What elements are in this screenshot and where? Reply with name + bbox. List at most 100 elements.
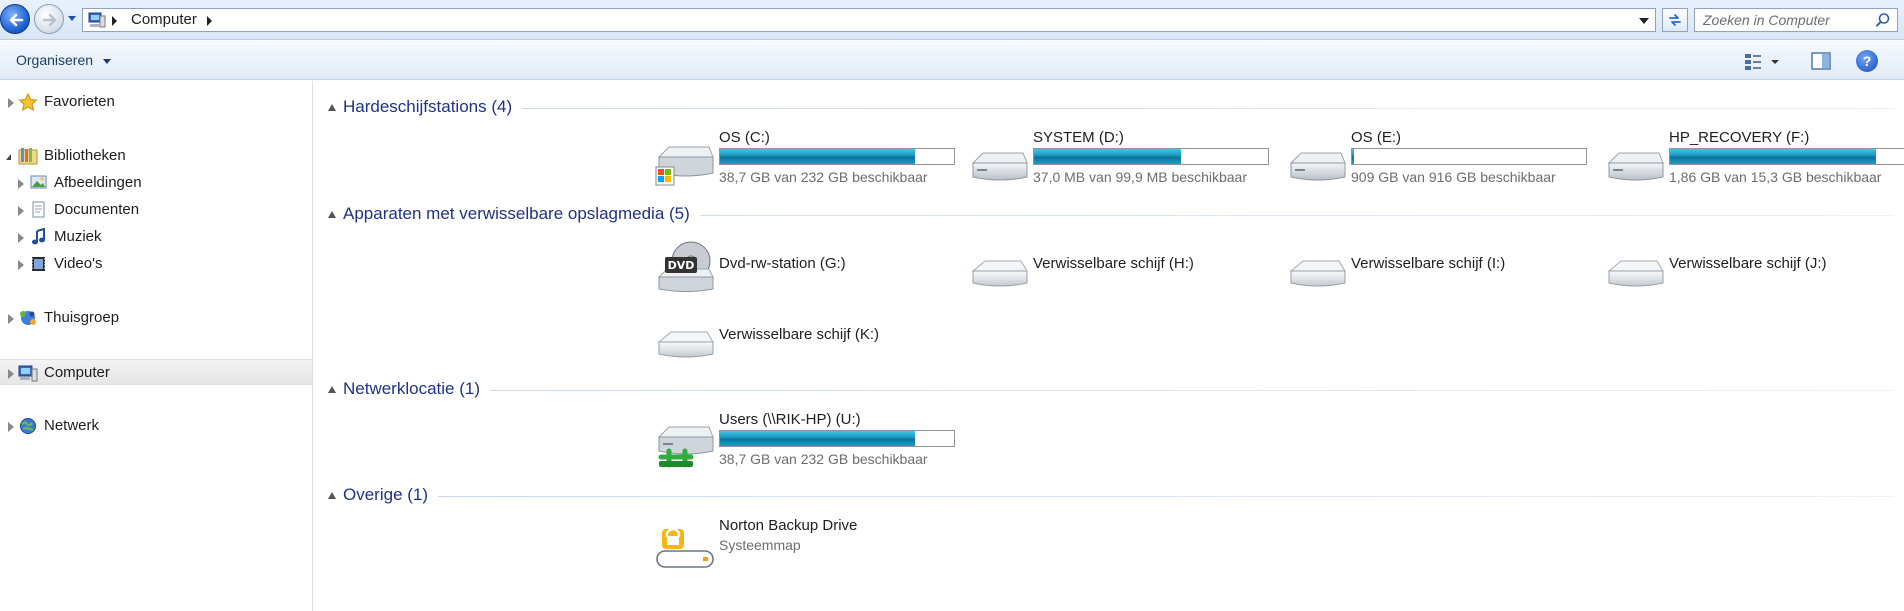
nav-label: Thuisgroep	[44, 309, 120, 326]
forward-arrow-icon	[42, 13, 57, 27]
drive-dvd-g[interactable]: DVD Dvd-rw-station (G:)	[655, 235, 973, 299]
group-header-other[interactable]: Overige (1)	[314, 483, 1894, 507]
drive-space-info: 37,0 MB van 99,9 MB beschikbaar	[1033, 169, 1248, 185]
collapse-group-icon[interactable]	[328, 492, 336, 499]
group-header-removable[interactable]: Apparaten met verwisselbare opslagmedia …	[314, 202, 1894, 226]
dvd-drive-icon: DVD	[655, 239, 715, 295]
computer-icon	[88, 12, 106, 28]
expand-arrow-icon[interactable]	[18, 260, 24, 270]
removable-drive-icon	[969, 239, 1029, 295]
drive-os-c[interactable]: OS (C:) 38,7 GB van 232 GB beschikbaar	[655, 129, 973, 193]
collapse-arrow-icon[interactable]	[6, 154, 11, 160]
view-options-button[interactable]	[1742, 50, 1782, 72]
hard-drive-icon	[1605, 133, 1665, 189]
recent-pages-dropdown-icon[interactable]	[67, 13, 77, 23]
drive-system-d[interactable]: SYSTEM (D:) 37,0 MB van 99,9 MB beschikba…	[969, 129, 1287, 193]
network-drive-icon	[655, 415, 715, 471]
drive-name: Verwisselbare schijf (I:)	[1351, 255, 1506, 272]
nav-item-videos[interactable]: Video's	[0, 251, 312, 277]
collapse-group-icon[interactable]	[328, 211, 336, 218]
drive-usage-bar	[719, 430, 955, 447]
nav-item-homegroup[interactable]: Thuisgroep	[0, 305, 312, 331]
search-icon[interactable]	[1875, 12, 1891, 28]
drive-removable-k[interactable]: Verwisselbare schijf (K:)	[655, 306, 973, 370]
drive-network-u[interactable]: Users (\\RIK-HP) (U:) 38,7 GB van 232 GB …	[655, 411, 973, 475]
drive-removable-j[interactable]: Verwisselbare schijf (J:)	[1605, 235, 1904, 299]
nav-item-music[interactable]: Muziek	[0, 224, 312, 250]
drive-name: Dvd-rw-station (G:)	[719, 255, 846, 272]
pictures-icon	[30, 175, 47, 189]
documents-icon	[32, 201, 45, 218]
nav-item-computer[interactable]: Computer	[0, 359, 312, 385]
nav-item-favorites[interactable]: Favorieten	[0, 89, 312, 115]
expand-arrow-icon[interactable]	[8, 422, 14, 432]
drive-name: Norton Backup Drive	[719, 517, 858, 534]
nav-item-network[interactable]: Netwerk	[0, 413, 312, 439]
drive-removable-h[interactable]: Verwisselbare schijf (H:)	[969, 235, 1287, 299]
nav-label: Bibliotheken	[44, 147, 126, 164]
address-toolbar: Computer	[0, 0, 1904, 40]
command-bar: Organiseren ?	[0, 41, 1904, 80]
expand-arrow-icon[interactable]	[18, 233, 24, 243]
drive-os-e[interactable]: OS (E:) 909 GB van 916 GB beschikbaar	[1287, 129, 1605, 193]
expand-arrow-icon[interactable]	[8, 369, 14, 379]
breadcrumb-computer[interactable]: Computer	[131, 11, 197, 28]
windows-drive-icon	[655, 133, 715, 189]
drive-name: OS (E:)	[1351, 129, 1402, 146]
refresh-icon	[1669, 14, 1681, 26]
preview-pane-button[interactable]	[1810, 50, 1832, 72]
nav-label: Computer	[44, 364, 110, 381]
removable-drive-icon	[1605, 239, 1665, 295]
collapse-group-icon[interactable]	[328, 386, 336, 393]
removable-drive-icon	[1287, 239, 1347, 295]
forward-button[interactable]	[34, 4, 64, 34]
drive-name: Verwisselbare schijf (H:)	[1033, 255, 1194, 272]
music-icon	[32, 228, 45, 245]
drive-space-info: Systeemmap	[719, 537, 801, 553]
expand-arrow-icon[interactable]	[8, 98, 14, 108]
videos-icon	[32, 257, 45, 271]
expand-arrow-icon[interactable]	[8, 314, 14, 324]
group-title: Hardeschijfstations (4)	[343, 97, 523, 117]
norton-backup-drive[interactable]: Norton Backup Drive Systeemmap	[655, 517, 973, 581]
nav-item-pictures[interactable]: Afbeeldingen	[0, 170, 312, 196]
view-dropdown-icon	[1771, 60, 1779, 64]
organise-menu[interactable]: Organiseren	[16, 52, 93, 68]
dvd-label: DVD	[668, 259, 695, 272]
network-icon	[20, 418, 36, 434]
group-title: Apparaten met verwisselbare opslagmedia …	[343, 204, 700, 224]
drive-hp-recovery-f[interactable]: HP_RECOVERY (F:) 1,86 GB van 15,3 GB besc…	[1605, 129, 1904, 193]
address-bar[interactable]: Computer	[82, 8, 1656, 32]
breadcrumb-separator[interactable]	[112, 16, 117, 26]
group-header-hard-disks[interactable]: Hardeschijfstations (4)	[314, 95, 1894, 119]
back-button[interactable]	[0, 4, 30, 34]
drive-usage-fill	[1034, 149, 1182, 164]
drive-usage-bar	[719, 148, 955, 165]
nav-item-documents[interactable]: Documenten	[0, 197, 312, 223]
expand-arrow-icon[interactable]	[18, 179, 24, 189]
drive-usage-fill	[1670, 149, 1876, 164]
drive-removable-i[interactable]: Verwisselbare schijf (I:)	[1287, 235, 1605, 299]
search-box[interactable]	[1694, 8, 1898, 32]
drive-name: OS (C:)	[719, 129, 770, 146]
group-divider	[343, 390, 1894, 391]
drive-usage-bar	[1033, 148, 1269, 165]
refresh-button[interactable]	[1662, 8, 1688, 32]
expand-arrow-icon[interactable]	[18, 206, 24, 216]
drive-usage-fill	[720, 149, 915, 164]
drive-name: Users (\\RIK-HP) (U:)	[719, 411, 861, 428]
address-history-dropdown-icon[interactable]	[1639, 18, 1649, 24]
drive-name: Verwisselbare schijf (K:)	[719, 326, 880, 343]
drive-space-info: 38,7 GB van 232 GB beschikbaar	[719, 451, 928, 467]
drive-space-info: 909 GB van 916 GB beschikbaar	[1351, 169, 1556, 185]
help-button[interactable]: ?	[1856, 50, 1878, 72]
group-divider	[343, 108, 1894, 109]
search-input[interactable]	[1695, 9, 1871, 31]
nav-item-libraries[interactable]: Bibliotheken	[0, 143, 312, 169]
organise-dropdown-icon[interactable]	[103, 59, 111, 64]
collapse-group-icon[interactable]	[328, 104, 336, 111]
breadcrumb-separator[interactable]	[207, 16, 212, 26]
libraries-icon	[18, 148, 38, 165]
norton-backup-icon	[655, 521, 715, 577]
group-header-network-location[interactable]: Netwerklocatie (1)	[314, 377, 1894, 401]
